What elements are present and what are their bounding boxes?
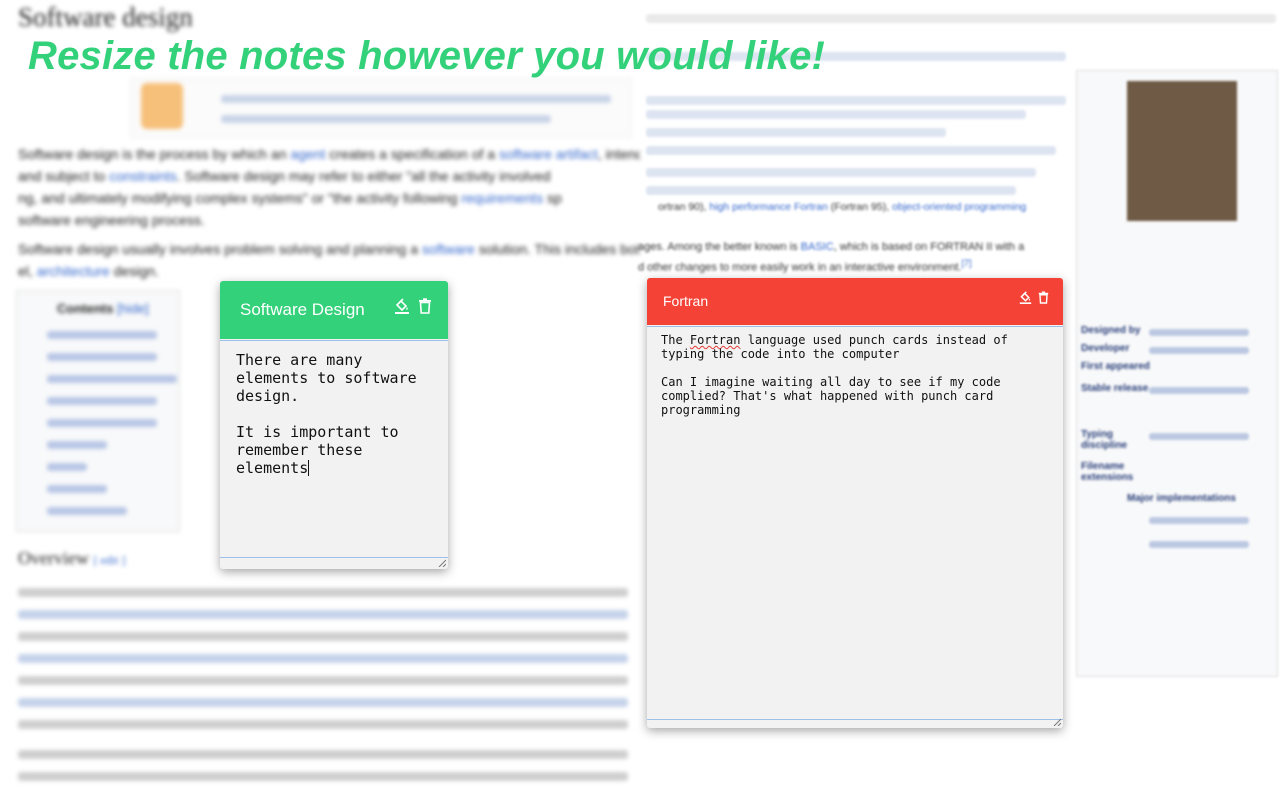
infobox-image xyxy=(1127,81,1237,221)
infobox-value xyxy=(1149,347,1249,354)
sticky-note[interactable]: Software Design There are many elements t… xyxy=(220,281,448,569)
article-link[interactable]: software xyxy=(422,241,475,257)
section-edit-link[interactable]: [ edit ] xyxy=(93,553,125,567)
note-title[interactable]: Fortran xyxy=(663,293,708,309)
hatnote-text xyxy=(221,95,611,103)
article-link[interactable]: software artifact xyxy=(499,146,598,162)
toc-item[interactable] xyxy=(47,353,157,361)
article-link[interactable]: BASIC xyxy=(801,241,834,253)
resize-grip-icon[interactable] xyxy=(1053,718,1061,726)
note-text-area[interactable]: There are many elements to software design… xyxy=(220,340,448,558)
resize-grip-icon[interactable] xyxy=(438,559,446,567)
note-title[interactable]: Software Design xyxy=(240,300,365,320)
trash-icon[interactable] xyxy=(1038,291,1049,309)
citation-link[interactable]: [7] xyxy=(961,258,971,268)
toc-item[interactable] xyxy=(47,397,157,405)
article-title: Software design xyxy=(18,2,193,32)
article-link[interactable]: constraints xyxy=(109,168,177,184)
article-paragraph: d other changes to more easily work in a… xyxy=(638,258,972,274)
table-of-contents: Contents [hide] xyxy=(16,290,180,532)
infobox-value xyxy=(1149,517,1249,524)
toc-item[interactable] xyxy=(47,419,157,427)
infobox-label: Typing discipline xyxy=(1081,429,1128,451)
infobox-value xyxy=(1149,541,1249,548)
infobox-value xyxy=(1149,387,1249,394)
toc-item[interactable] xyxy=(47,441,107,449)
note-header[interactable]: Software Design xyxy=(220,281,448,339)
article-paragraph: el, architecture design. xyxy=(18,263,159,279)
article-paragraph: ages. Among the better known is BASIC, w… xyxy=(638,241,1025,253)
note-toolbar xyxy=(1019,291,1049,309)
paint-bucket-icon[interactable] xyxy=(394,298,410,319)
article-link[interactable]: requirements xyxy=(461,190,543,206)
infobox: Designed by Developer First appeared Sta… xyxy=(1076,70,1278,677)
note-toolbar xyxy=(394,298,432,319)
infobox-value xyxy=(1149,329,1249,336)
infobox-label: Developer xyxy=(1081,343,1130,354)
misspelled-word: Fortran xyxy=(689,333,741,347)
article-link[interactable]: high performance Fortran xyxy=(709,201,827,213)
infobox-label: First appeared xyxy=(1081,361,1150,372)
trash-icon[interactable] xyxy=(418,298,432,319)
note-header[interactable]: Fortran xyxy=(647,278,1063,325)
section-heading: Overview [ edit ] xyxy=(18,548,126,568)
article-link[interactable]: architecture xyxy=(37,263,110,279)
infobox-label: Designed by xyxy=(1081,325,1141,336)
article-link[interactable]: object-oriented programming xyxy=(892,201,1026,213)
article-paragraph: Software design is the process by which … xyxy=(18,146,640,162)
toc-item[interactable] xyxy=(47,507,127,515)
article-paragraph: Software design usually involves problem… xyxy=(18,241,640,257)
hatnote-text xyxy=(221,115,551,123)
paint-bucket-icon[interactable] xyxy=(1019,291,1032,309)
infobox-label: Major implementations xyxy=(1127,493,1236,504)
hatnote-icon xyxy=(141,83,183,129)
infobox-label: Filename extensions xyxy=(1081,461,1134,483)
article-paragraph: and subject to constraints. Software des… xyxy=(18,168,551,184)
toc-item[interactable] xyxy=(47,463,87,471)
hatnote-box xyxy=(130,78,632,138)
toc-item[interactable] xyxy=(47,331,157,339)
infobox-value xyxy=(1149,433,1249,440)
toc-item[interactable] xyxy=(47,375,177,383)
article-paragraph: ng, and ultimately modifying complex sys… xyxy=(18,190,562,206)
note-text-area[interactable]: The Fortran language used punch cards in… xyxy=(647,326,1063,720)
infobox-label: Stable release xyxy=(1081,383,1149,394)
sticky-note[interactable]: Fortran The Fortran language used punch … xyxy=(647,278,1063,728)
article-paragraph: software engineering process. xyxy=(18,212,205,228)
toc-hide-link[interactable]: [hide] xyxy=(117,301,149,316)
toc-title: Contents [hide] xyxy=(57,301,149,316)
article-link[interactable]: agent xyxy=(290,146,325,162)
toc-item[interactable] xyxy=(47,485,107,493)
promo-headline: Resize the notes however you would like! xyxy=(28,34,826,78)
article-paragraph: ortran 90), high performance Fortran (Fo… xyxy=(658,201,1027,213)
text-caret xyxy=(308,460,310,476)
